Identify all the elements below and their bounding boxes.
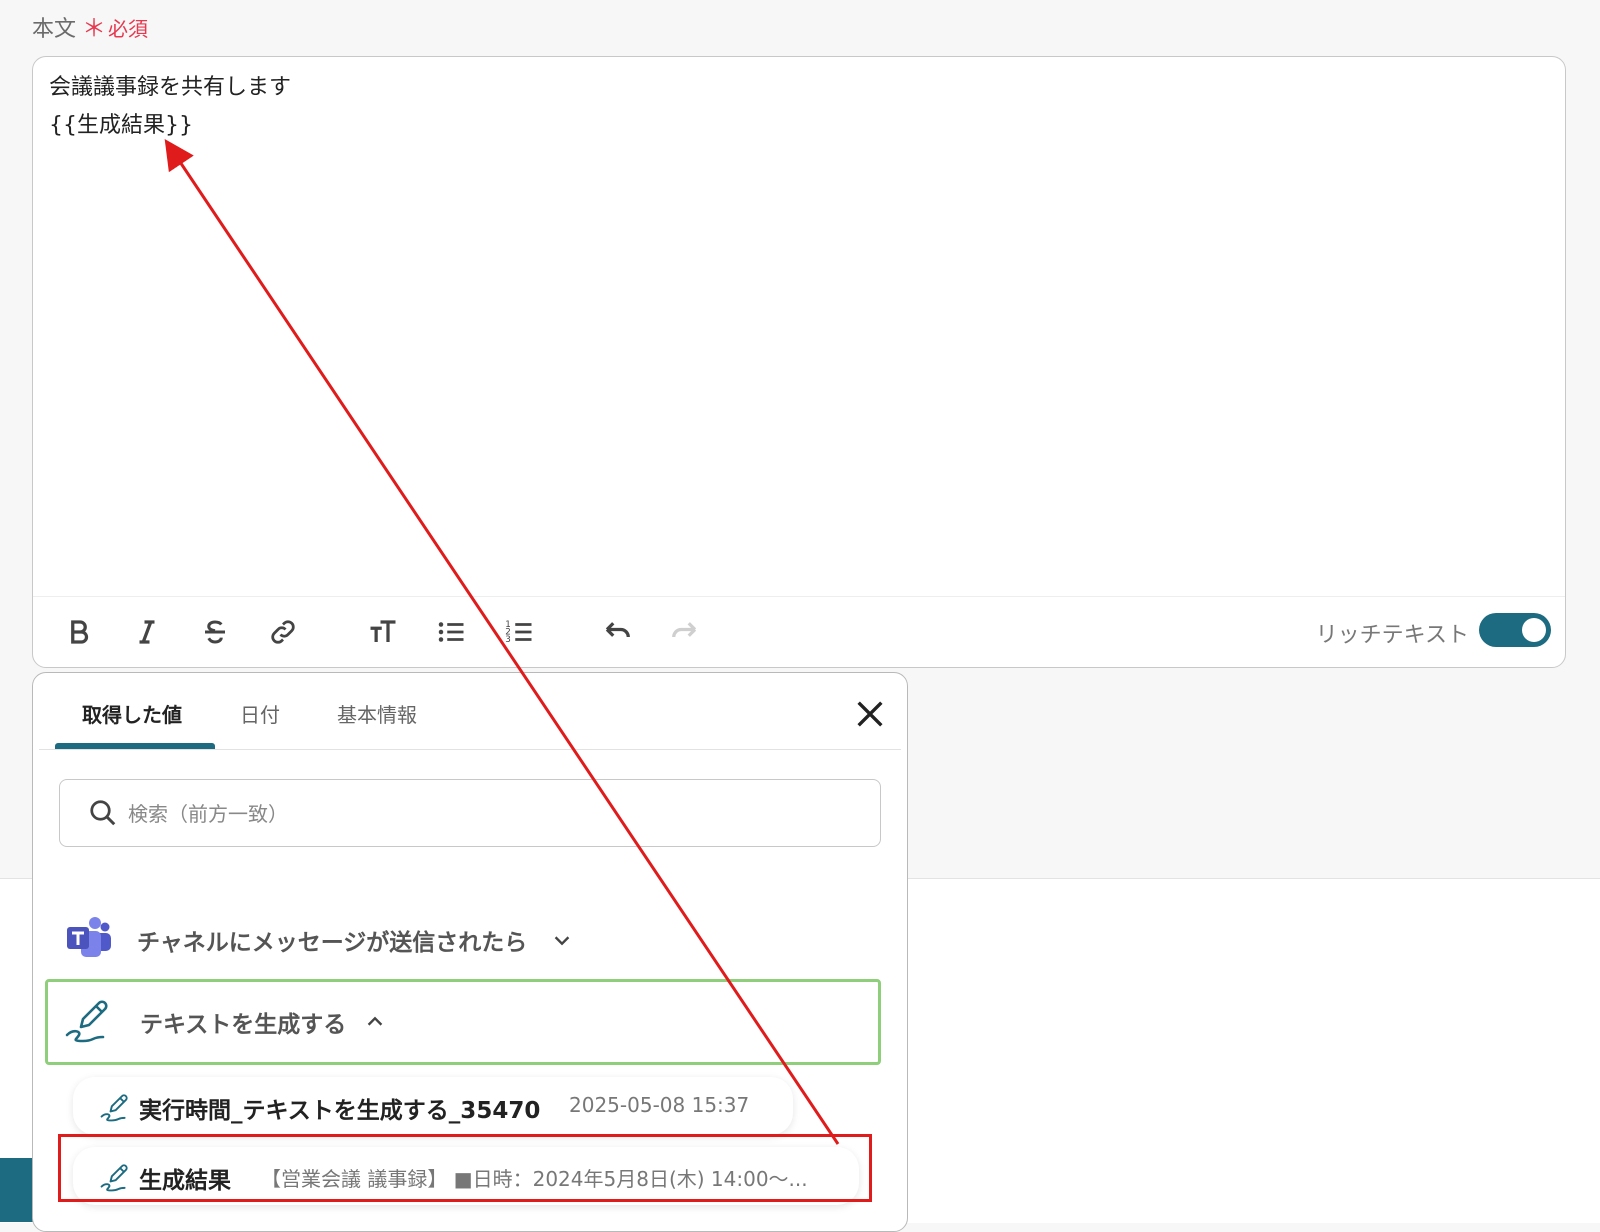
section-label: チャネルにメッセージが送信されたら	[137, 930, 528, 956]
tab-acquired-values[interactable]: 取得した値	[82, 699, 182, 728]
section-generate-text[interactable]: テキストを生成する	[45, 979, 881, 1065]
font-size-icon[interactable]	[363, 613, 403, 651]
required-star-icon: ＊	[82, 14, 107, 42]
toggle-knob	[1522, 618, 1546, 642]
highlight-box	[58, 1134, 872, 1202]
link-icon[interactable]	[263, 613, 303, 651]
rich-text-label: リッチテキスト	[1315, 623, 1469, 648]
bold-icon[interactable]	[59, 613, 99, 651]
numbered-list-icon[interactable]: 123	[499, 613, 539, 651]
redo-icon	[665, 613, 705, 651]
italic-icon[interactable]	[127, 613, 167, 651]
search-icon	[90, 800, 116, 826]
chevron-up-icon[interactable]	[364, 1011, 386, 1033]
ai-pen-icon	[100, 1094, 128, 1122]
section-label: テキストを生成する	[140, 1012, 347, 1038]
bullet-list-icon[interactable]	[431, 613, 471, 651]
close-icon[interactable]	[853, 697, 887, 731]
rich-text-toggle[interactable]	[1479, 613, 1551, 647]
required-text: 必須	[108, 17, 149, 41]
field-label: 本文＊必須	[32, 8, 148, 43]
search-box	[59, 779, 881, 847]
section-teams-trigger[interactable]: チャネルにメッセージが送信されたら	[45, 897, 881, 983]
chevron-down-icon[interactable]	[551, 929, 573, 951]
tab-date[interactable]: 日付	[240, 699, 280, 728]
editor-line: {{生成結果}}	[49, 113, 193, 138]
strikethrough-icon[interactable]	[195, 613, 235, 651]
search-input[interactable]	[126, 794, 850, 834]
value-item-name: 実行時間_テキストを生成する_35470	[139, 1098, 541, 1124]
svg-text:3: 3	[505, 635, 511, 645]
editor-content[interactable]: 会議議事録を共有します {{生成結果}}	[49, 69, 291, 145]
value-item-value: 2025-05-08 15:37	[569, 1093, 750, 1117]
value-item-execution-time[interactable]: 実行時間_テキストを生成する_35470 2025-05-08 15:37	[73, 1077, 793, 1135]
body-editor[interactable]: 会議議事録を共有します {{生成結果}} 123 リッチテキスト	[32, 56, 1566, 668]
ai-pen-icon	[65, 1000, 108, 1043]
teams-icon	[67, 917, 111, 957]
editor-toolbar: 123 リッチテキスト	[33, 596, 1565, 667]
tab-basic-info[interactable]: 基本情報	[337, 699, 417, 728]
field-label-text: 本文	[32, 17, 77, 42]
undo-icon[interactable]	[597, 613, 637, 651]
side-panel-edge	[0, 1158, 34, 1222]
picker-tabs: 取得した値 日付 基本情報	[39, 673, 901, 750]
active-tab-indicator	[55, 743, 215, 749]
editor-line: 会議議事録を共有します	[49, 75, 292, 100]
